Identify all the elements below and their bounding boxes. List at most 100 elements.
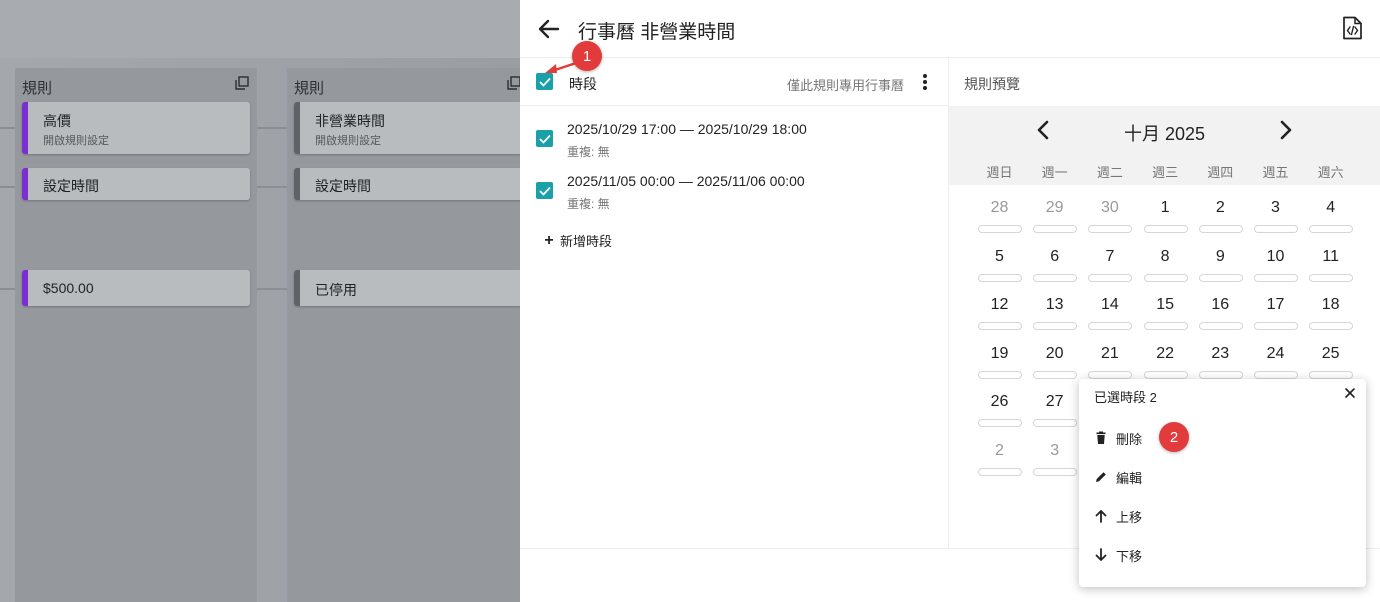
copy-icon[interactable] — [507, 76, 520, 90]
rule-card[interactable]: $500.00 — [22, 270, 250, 306]
day-number: 21 — [1100, 344, 1119, 362]
calendar-day[interactable]: 4 — [1303, 199, 1358, 247]
weekday-label: 週三 — [1152, 165, 1179, 180]
annotation-badge-1: 1 — [572, 41, 602, 71]
calendar-day[interactable]: 10 — [1248, 248, 1303, 296]
day-event-indicator — [1033, 273, 1078, 282]
rule-column: 規則 非營業時間 開啟規則設定 設定時間 已停用 — [287, 68, 520, 602]
rule-card[interactable]: 設定時間 — [294, 168, 520, 200]
trash-icon — [1096, 431, 1106, 444]
period-range: 2025/11/05 00:00 — 2025/11/06 00:00 — [567, 173, 805, 189]
calendar-day[interactable]: 1 — [1138, 199, 1193, 247]
calendar-day[interactable]: 2 — [972, 442, 1027, 490]
period-repeat: 重複: 無 — [567, 145, 610, 159]
month-label: 十月 2025 — [1123, 124, 1206, 144]
arrow-up-icon — [1095, 510, 1107, 523]
day-event-indicator — [978, 419, 1022, 428]
day-number: 26 — [990, 393, 1009, 411]
background-board: 規則 高價 開啟規則設定 設定時間 $500.00 規則 非營業時間 開啟規則設… — [0, 0, 520, 602]
day-number: 24 — [1266, 344, 1285, 362]
calendar-day[interactable]: 13 — [1027, 296, 1082, 344]
more-vert-icon[interactable] — [921, 72, 929, 92]
rule-card[interactable]: 已停用 — [294, 270, 520, 306]
calendar-day[interactable]: 3 — [1027, 442, 1082, 490]
day-number: 8 — [1160, 247, 1170, 265]
card-accent — [294, 168, 300, 200]
calendar-day[interactable]: 18 — [1303, 296, 1358, 344]
calendar-day[interactable]: 2 — [1193, 199, 1248, 247]
calendar-day[interactable]: 27 — [1027, 393, 1082, 441]
card-subtitle: 開啟規則設定 — [315, 135, 381, 147]
calendar-day[interactable]: 7 — [1082, 248, 1137, 296]
calendar-day[interactable]: 6 — [1027, 248, 1082, 296]
calendar-day[interactable]: 14 — [1082, 296, 1137, 344]
move-up-button[interactable]: 上移 — [1094, 502, 1294, 530]
calendar-day[interactable]: 26 — [972, 393, 1027, 441]
plus-icon: + — [544, 231, 554, 249]
delete-button[interactable]: 刪除 — [1094, 424, 1294, 452]
day-number: 11 — [1322, 247, 1339, 265]
day-event-indicator — [1309, 225, 1354, 233]
close-icon[interactable] — [1342, 385, 1358, 401]
calendar-day[interactable]: 5 — [972, 248, 1027, 296]
weekday-label: 週二 — [1096, 165, 1123, 180]
card-title: $500.00 — [43, 280, 94, 296]
day-number: 17 — [1266, 296, 1285, 314]
rule-card[interactable]: 設定時間 — [22, 168, 250, 200]
calendar-day[interactable]: 15 — [1138, 296, 1193, 344]
calendar-day[interactable]: 3 — [1248, 199, 1303, 247]
chevron-right-icon[interactable] — [1274, 119, 1296, 141]
add-period-button[interactable]: + 新增時段 — [544, 231, 612, 250]
period-range: 2025/10/29 17:00 — 2025/10/29 18:00 — [567, 121, 807, 137]
period-checkbox[interactable] — [536, 130, 553, 147]
periods-pane: 時段 僅此規則專用行事曆 2025/10/29 17:00 — 2025/10/… — [520, 58, 949, 548]
column-title: 規則 — [294, 80, 325, 97]
calendar-day[interactable]: 20 — [1027, 345, 1082, 393]
calendar-day[interactable]: 8 — [1138, 248, 1193, 296]
day-number: 14 — [1100, 296, 1119, 314]
annotation-badge-2: 2 — [1159, 422, 1189, 452]
selection-actions-menu: 已選時段 2 刪除 編輯 上移 下移 — [1079, 379, 1366, 587]
arrow-down-icon — [1095, 548, 1107, 561]
move-up-label: 上移 — [1116, 509, 1143, 525]
card-subtitle: 開啟規則設定 — [43, 135, 109, 147]
period-checkbox[interactable] — [536, 182, 553, 199]
calendar-day[interactable]: 11 — [1303, 248, 1358, 296]
calendar-day[interactable]: 9 — [1193, 248, 1248, 296]
card-accent — [22, 270, 28, 306]
card-title: 設定時間 — [43, 178, 99, 194]
select-all-checkbox[interactable] — [536, 73, 553, 90]
move-down-button[interactable]: 下移 — [1094, 541, 1294, 569]
calendar-day[interactable]: 12 — [972, 296, 1027, 344]
rule-card[interactable]: 高價 開啟規則設定 — [22, 102, 250, 154]
day-number: 22 — [1156, 344, 1174, 362]
card-accent — [22, 168, 28, 200]
card-accent — [294, 270, 300, 306]
rule-card[interactable]: 非營業時間 開啟規則設定 — [294, 102, 520, 154]
calendar-day[interactable]: 19 — [972, 345, 1027, 393]
day-number: 3 — [1271, 199, 1280, 216]
calendar-header: 十月 2025 週日 週一 週二 週三 週四 週五 週六 — [949, 106, 1380, 185]
back-arrow-icon[interactable] — [536, 16, 562, 42]
rule-column: 規則 高價 開啟規則設定 設定時間 $500.00 — [15, 68, 257, 602]
code-file-icon[interactable] — [1341, 16, 1363, 40]
day-number: 3 — [1050, 442, 1060, 459]
calendar-day[interactable]: 28 — [972, 199, 1027, 247]
weekday-label: 週一 — [1041, 165, 1068, 180]
period-repeat: 重複: 無 — [567, 197, 610, 211]
period-row[interactable]: 2025/10/29 17:00 — 2025/10/29 18:00 重複: … — [520, 121, 949, 169]
calendar-day[interactable]: 30 — [1082, 199, 1137, 247]
day-event-indicator — [1309, 273, 1354, 282]
edit-button[interactable]: 編輯 — [1094, 463, 1294, 491]
day-event-indicator — [1088, 273, 1133, 282]
period-row[interactable]: 2025/11/05 00:00 — 2025/11/06 00:00 重複: … — [520, 173, 949, 221]
day-event-indicator — [1033, 468, 1078, 476]
calendar-day[interactable]: 16 — [1193, 296, 1248, 344]
card-accent — [294, 102, 300, 154]
day-number: 6 — [1050, 247, 1060, 265]
calendar-day[interactable]: 29 — [1027, 199, 1082, 247]
day-number: 2 — [995, 442, 1004, 459]
copy-icon[interactable] — [235, 76, 249, 90]
day-number: 5 — [995, 247, 1004, 265]
calendar-day[interactable]: 17 — [1248, 296, 1303, 344]
